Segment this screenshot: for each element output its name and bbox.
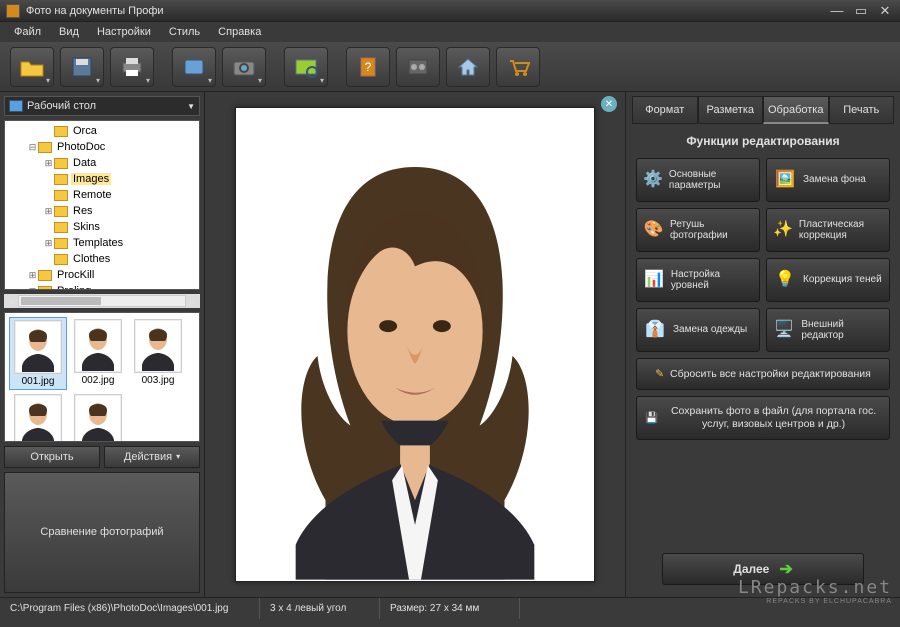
tab-2[interactable]: Обработка (763, 96, 829, 124)
menu-справка[interactable]: Справка (210, 24, 269, 40)
save-label: Сохранить фото в файл (для портала гос. … (666, 405, 881, 430)
menu-стиль[interactable]: Стиль (161, 24, 208, 40)
status-crop: 3 x 4 левый угол (260, 598, 380, 619)
preview-area: ✕ (205, 92, 625, 597)
left-panel: Рабочий стол ▼ Orca⊟PhotoDoc⊞DataImagesR… (0, 92, 205, 597)
menubar: ФайлВидНастройкиСтильСправка (0, 22, 900, 42)
maximize-button[interactable]: ▭ (852, 4, 870, 18)
right-panel: ФорматРазметкаОбработкаПечать Функции ре… (625, 92, 900, 597)
tree-item[interactable]: Skins (7, 219, 197, 235)
compare-button[interactable]: Сравнение фотографий (4, 472, 200, 594)
tree-item[interactable]: ⊞Proling (7, 283, 197, 290)
tree-item[interactable]: Remote (7, 187, 197, 203)
thumbnail-item[interactable]: 003.jpg (129, 317, 187, 390)
home-button[interactable] (446, 47, 490, 87)
minimize-button[interactable]: — (828, 4, 846, 18)
func-button[interactable]: ✨Пластическая коррекция (766, 208, 890, 252)
func-button[interactable]: ⚙️Основные параметры (636, 158, 760, 202)
status-size: Размер: 27 x 34 мм (380, 598, 520, 619)
save-button[interactable] (60, 47, 104, 87)
acquire-button[interactable] (172, 47, 216, 87)
folder-tree[interactable]: Orca⊟PhotoDoc⊞DataImagesRemote⊞ResSkins⊞… (4, 120, 200, 290)
titlebar: Фото на документы Профи — ▭ ✕ (0, 0, 900, 22)
func-button[interactable]: 🖥️Внешний редактор (766, 308, 890, 352)
desktop-icon (9, 100, 23, 112)
thumbnail-grid: 001.jpg002.jpg003.jpg 6.jpg9.jpg (4, 312, 200, 442)
close-preview-button[interactable]: ✕ (601, 96, 617, 112)
lightbulb-icon: 💡 (773, 268, 797, 292)
reset-edits-button[interactable]: ✎ Сбросить все настройки редактирования (636, 358, 890, 390)
background-icon: 🖼️ (773, 168, 797, 192)
tab-1[interactable]: Разметка (698, 96, 764, 124)
panel-title: Функции редактирования (632, 134, 894, 148)
tree-item[interactable]: ⊞ProcKill (7, 267, 197, 283)
video-button[interactable] (396, 47, 440, 87)
save-file-button[interactable]: 💾 Сохранить фото в файл (для портала гос… (636, 396, 890, 440)
thumbnail-item[interactable]: 9.jpg (69, 392, 127, 442)
palette-icon: 🎨 (643, 218, 664, 242)
tree-item[interactable]: ⊞Res (7, 203, 197, 219)
func-button[interactable]: 🖼️Замена фона (766, 158, 890, 202)
window-title: Фото на документы Профи (26, 5, 828, 17)
menu-файл[interactable]: Файл (6, 24, 49, 40)
next-button[interactable]: Далее ➔ (662, 553, 864, 585)
func-button[interactable]: 💡Коррекция теней (766, 258, 890, 302)
statusbar: C:\Program Files (x86)\PhotoDoc\Images\0… (0, 597, 900, 619)
tree-scrollbar[interactable]: ◂ ▸ (4, 294, 200, 308)
func-button[interactable]: 🎨Ретушь фотографии (636, 208, 760, 252)
tree-item[interactable]: Orca (7, 123, 197, 139)
thumbnail-item[interactable]: 001.jpg (9, 317, 67, 390)
func-button[interactable]: 📊Настройка уровней (636, 258, 760, 302)
tree-item[interactable]: Clothes (7, 251, 197, 267)
menu-настройки[interactable]: Настройки (89, 24, 159, 40)
menu-вид[interactable]: Вид (51, 24, 87, 40)
reset-label: Сбросить все настройки редактирования (670, 368, 871, 380)
actions-button[interactable]: Действия (104, 446, 200, 468)
path-label: Рабочий стол (27, 100, 96, 112)
status-path: C:\Program Files (x86)\PhotoDoc\Images\0… (0, 598, 260, 619)
open-button[interactable]: Открыть (4, 446, 100, 468)
tab-0[interactable]: Формат (632, 96, 698, 124)
tree-item[interactable]: ⊞Templates (7, 235, 197, 251)
arrow-right-icon: ➔ (779, 559, 792, 579)
levels-icon: 📊 (643, 268, 665, 292)
tree-item[interactable]: ⊞Data (7, 155, 197, 171)
svg-text:?: ? (365, 60, 372, 74)
tree-item[interactable]: ⊟PhotoDoc (7, 139, 197, 155)
next-label: Далее (733, 562, 769, 576)
open-folder-button[interactable] (10, 47, 54, 87)
preview-button[interactable] (284, 47, 328, 87)
right-tabs: ФорматРазметкаОбработкаПечать (632, 96, 894, 124)
print-button[interactable] (110, 47, 154, 87)
close-button[interactable]: ✕ (876, 4, 894, 18)
clothing-icon: 👔 (643, 318, 667, 342)
toolbar: ? (0, 42, 900, 92)
camera-button[interactable] (222, 47, 266, 87)
wand-icon: ✨ (773, 218, 793, 242)
app-icon (6, 4, 20, 18)
photo-preview (235, 107, 595, 582)
thumbnail-item[interactable]: 002.jpg (69, 317, 127, 390)
external-icon: 🖥️ (773, 318, 795, 342)
gear-icon: ⚙️ (643, 168, 663, 192)
func-button[interactable]: 👔Замена одежды (636, 308, 760, 352)
path-combo[interactable]: Рабочий стол ▼ (4, 96, 200, 116)
cart-button[interactable] (496, 47, 540, 87)
tree-item[interactable]: Images (7, 171, 197, 187)
tab-3[interactable]: Печать (829, 96, 895, 124)
help-button[interactable]: ? (346, 47, 390, 87)
thumbnail-item[interactable]: 6.jpg (9, 392, 67, 442)
